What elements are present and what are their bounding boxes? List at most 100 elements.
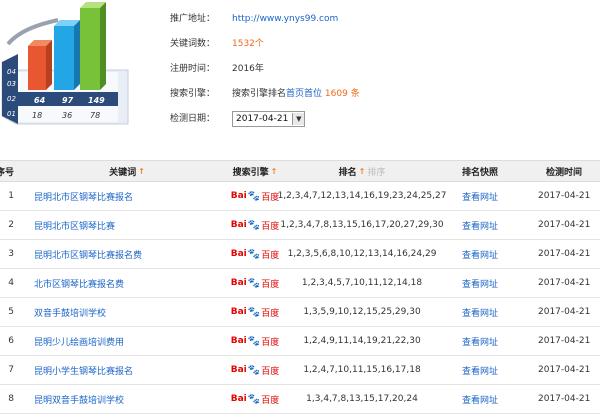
engine-label: 搜索引擎： xyxy=(170,88,216,99)
site-url-link[interactable]: http://www.ynys99.com xyxy=(232,8,338,30)
bar-value: 78 xyxy=(90,111,100,120)
bar-value: 97 xyxy=(62,96,74,105)
view-snapshot-link[interactable]: 查看网址 xyxy=(440,269,520,297)
keyword-link[interactable]: 昆明少儿绘画培训费用 xyxy=(34,327,220,355)
view-snapshot-link[interactable]: 查看网址 xyxy=(440,211,520,239)
view-snapshot-link[interactable]: 查看网址 xyxy=(440,356,520,384)
baidu-logo-cn: 百度 xyxy=(261,308,280,319)
keyword-link[interactable]: 昆明双音手鼓培训学校 xyxy=(34,385,220,413)
check-date: 2017-04-21 xyxy=(538,278,591,288)
header-rank-label: 排名 xyxy=(338,167,357,178)
bar-value: 149 xyxy=(88,96,105,105)
row-index: 5 xyxy=(8,307,14,317)
header-keyword-label: 关键词 xyxy=(109,167,137,178)
table-header: 序号 关键词 ↑ 搜索引擎 ↑ 排名 ↑ 排序 排名快照 检测时间 xyxy=(0,160,600,182)
keyword-count-label: 关键词数： xyxy=(170,38,216,49)
rank-list: 1,3,4,7,8,13,15,17,20,24 xyxy=(306,394,418,404)
url-label: 推广地址： xyxy=(170,13,216,24)
check-date: 2017-04-21 xyxy=(538,394,591,404)
engine-row: 搜索引擎： 搜索引擎排名 首页首位 1609 条 xyxy=(170,81,360,106)
baidu-paw-icon: 🐾 xyxy=(247,335,261,347)
table-row: 3 昆明北市区钢琴比赛报名费 Bai 🐾 百度 1,2,3,5,6,8,10,12,… xyxy=(0,240,600,269)
baidu-paw-icon: 🐾 xyxy=(247,393,261,405)
level-label: 02 xyxy=(7,95,16,103)
baidu-logo-cn: 百度 xyxy=(261,366,280,377)
baidu-logo-bai: Bai xyxy=(230,307,247,317)
dropdown-arrow-icon[interactable]: ▼ xyxy=(292,112,305,125)
header-engine-label: 搜索引擎 xyxy=(232,167,269,178)
view-snapshot-link[interactable]: 查看网址 xyxy=(440,298,520,326)
baidu-logo-cn: 百度 xyxy=(261,192,280,203)
baidu-paw-icon: 🐾 xyxy=(247,219,261,231)
baidu-logo-cn: 百度 xyxy=(261,250,280,261)
rank-list: 1,2,3,5,6,8,10,12,13,14,16,24,29 xyxy=(287,249,437,259)
keyword-count-value: 1532 xyxy=(232,38,255,49)
date-label: 检测日期： xyxy=(170,113,216,124)
check-date: 2017-04-21 xyxy=(538,307,591,317)
view-snapshot-link[interactable]: 查看网址 xyxy=(440,385,520,413)
baidu-paw-icon: 🐾 xyxy=(247,364,261,376)
row-index: 3 xyxy=(8,249,14,259)
row-index: 1 xyxy=(8,191,14,201)
view-snapshot-link[interactable]: 查看网址 xyxy=(440,182,520,210)
keyword-link[interactable]: 昆明北市区钢琴比赛报名费 xyxy=(34,240,220,268)
register-year: 2016年 xyxy=(232,63,264,74)
baidu-logo-icon: Bai 🐾 百度 xyxy=(222,356,288,384)
keyword-link[interactable]: 昆明小学生钢琴比赛报名 xyxy=(34,356,220,384)
baidu-logo-icon: Bai 🐾 百度 xyxy=(222,385,288,413)
table-row: 7 昆明小学生钢琴比赛报名 Bai 🐾 百度 1,2,4,7,10,11,15,16… xyxy=(0,356,600,385)
table-row: 4 北市区钢琴比赛报名费 Bai 🐾 百度 1,2,3,4,5,7,10,11,12… xyxy=(0,269,600,298)
check-date: 2017-04-21 xyxy=(538,220,591,230)
baidu-logo-cn: 百度 xyxy=(261,221,280,232)
baidu-logo-bai: Bai xyxy=(230,249,247,259)
rank-list: 1,3,5,9,10,12,15,25,29,30 xyxy=(303,307,421,317)
table-row: 2 昆明北市区钢琴比赛 Bai 🐾 百度 1,2,3,4,7,8,13,15,16,… xyxy=(0,211,600,240)
keyword-count-row: 关键词数： 1532 个 xyxy=(170,31,360,56)
keyword-link[interactable]: 昆明北市区钢琴比赛报名 xyxy=(34,182,220,210)
bar-value: 64 xyxy=(34,96,46,105)
baidu-logo-bai: Bai xyxy=(230,220,247,230)
view-snapshot-link[interactable]: 查看网址 xyxy=(440,327,520,355)
engine-count: 1609 xyxy=(324,88,348,99)
keyword-link[interactable]: 北市区钢琴比赛报名费 xyxy=(34,269,220,297)
row-index: 2 xyxy=(8,220,14,230)
baidu-logo-bai: Bai xyxy=(230,278,247,288)
date-select-value: 2017-04-21 xyxy=(236,113,289,124)
header-rank-order[interactable]: 排序 xyxy=(367,165,385,178)
engine-unit: 条 xyxy=(350,88,360,99)
header-rank[interactable]: 排名 ↑ 排序 xyxy=(292,161,432,181)
header-date: 检测时间 xyxy=(546,167,583,178)
table-row: 5 双音手鼓培训学校 Bai 🐾 百度 1,3,5,9,10,12,15,25,29… xyxy=(0,298,600,327)
baidu-logo-icon: Bai 🐾 百度 xyxy=(222,211,288,239)
baidu-paw-icon: 🐾 xyxy=(247,248,261,260)
keyword-link[interactable]: 昆明北市区钢琴比赛 xyxy=(34,211,220,239)
engine-first-page-link[interactable]: 首页首位 xyxy=(286,83,322,105)
header-keyword[interactable]: 关键词 ↑ xyxy=(34,161,220,181)
header-index: 序号 xyxy=(0,167,14,178)
baidu-logo-icon: Bai 🐾 百度 xyxy=(222,327,288,355)
sort-up-icon[interactable]: ↑ xyxy=(359,167,366,176)
date-select[interactable]: 2017-04-21 ▼ xyxy=(232,110,306,127)
rank-list: 1,2,3,4,7,12,13,14,16,19,23,24,25,27 xyxy=(277,191,447,201)
table-body: 1 昆明北市区钢琴比赛报名 Bai 🐾 百度 1,2,3,4,7,12,13,14,… xyxy=(0,182,600,414)
row-index: 6 xyxy=(8,336,14,346)
baidu-logo-cn: 百度 xyxy=(261,279,280,290)
view-snapshot-link[interactable]: 查看网址 xyxy=(440,240,520,268)
check-date: 2017-04-21 xyxy=(538,249,591,259)
sort-up-icon[interactable]: ↑ xyxy=(138,167,145,176)
bar-value: 18 xyxy=(32,111,42,120)
register-row: 注册时间： 2016年 xyxy=(170,56,360,81)
keyword-count-unit: 个 xyxy=(254,38,264,49)
baidu-logo-cn: 百度 xyxy=(261,395,280,406)
rank-list: 1,2,4,7,10,11,15,16,17,18 xyxy=(303,365,421,375)
baidu-paw-icon: 🐾 xyxy=(247,190,261,202)
register-label: 注册时间： xyxy=(170,63,216,74)
sort-up-icon[interactable]: ↑ xyxy=(271,167,278,176)
header-engine[interactable]: 搜索引擎 ↑ xyxy=(222,161,288,181)
level-label: 01 xyxy=(7,110,16,118)
baidu-logo-bai: Bai xyxy=(230,394,247,404)
site-info-panel: 推广地址： http://www.ynys99.com 关键词数： 1532 个 … xyxy=(170,6,360,131)
header-snapshot: 排名快照 xyxy=(461,167,498,178)
keyword-link[interactable]: 双音手鼓培训学校 xyxy=(34,298,220,326)
stats-bar-graphic: 04 03 02 01 64 97 149 18 36 78 xyxy=(1,2,129,125)
